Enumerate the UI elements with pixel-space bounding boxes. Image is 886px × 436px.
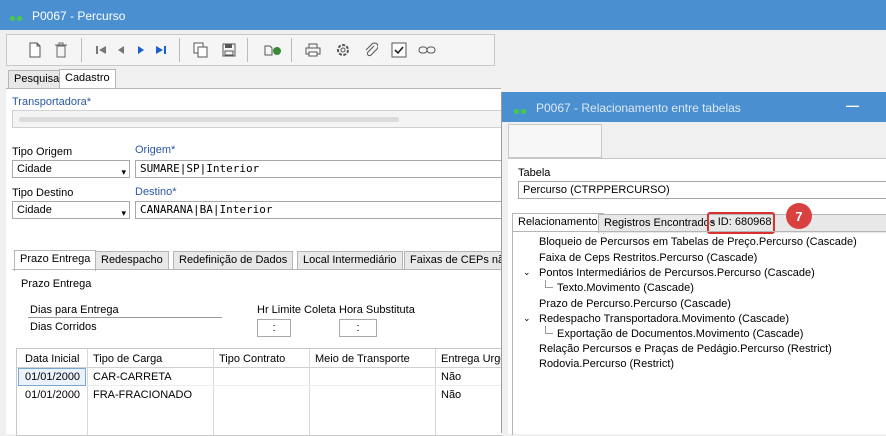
main-title-bar: P0067 - Percurso <box>0 0 886 30</box>
checkbox-confirm-icon[interactable] <box>389 40 409 60</box>
dias-entrega-label: Dias para Entrega <box>30 304 119 316</box>
hr-limite-field[interactable]: : <box>257 319 291 337</box>
next-record-icon[interactable] <box>131 40 151 60</box>
window-title: P0067 - Percurso <box>32 9 126 23</box>
transportadora-label: Transportadora* <box>12 96 92 108</box>
tab-redefinicao-dados[interactable]: Redefinição de Dados <box>173 251 294 270</box>
hora-substituta-label: Hora Substituta <box>339 304 415 316</box>
tipo-destino-value: Cidade <box>17 204 52 216</box>
column-header[interactable]: Tipo de Carga <box>93 353 162 365</box>
tabela-label: Tabela <box>518 167 551 179</box>
save-icon[interactable] <box>219 40 239 60</box>
tipo-destino-label: Tipo Destino <box>12 187 74 199</box>
tree-item[interactable]: Rodovia.Percurso (Restrict) <box>539 358 674 370</box>
tipo-destino-select[interactable]: Cidade ▾ <box>12 201 130 219</box>
registros-label: Registros Encontrados <box>604 217 716 229</box>
link-icon[interactable] <box>417 40 437 60</box>
settings-icon[interactable] <box>333 40 353 60</box>
table-cell[interactable]: Não <box>441 371 461 383</box>
table-cell[interactable]: 01/01/2000 <box>25 389 80 401</box>
chevron-down-icon[interactable]: ⌄ <box>523 313 531 324</box>
copy-icon[interactable] <box>191 40 211 60</box>
tab-pesquisa[interactable]: Pesquisa <box>8 70 66 89</box>
chevron-down-icon[interactable]: ⌄ <box>523 267 531 278</box>
relationship-tree: Bloqueio de Percursos em Tabelas de Preç… <box>512 231 886 435</box>
first-record-icon[interactable] <box>91 40 111 60</box>
tab-cadastro[interactable]: Cadastro <box>59 69 116 90</box>
column-header[interactable]: Entrega Urge <box>441 353 501 365</box>
minimize-button[interactable]: — <box>846 98 859 113</box>
tab-prazo-entrega[interactable]: Prazo Entrega <box>14 250 97 271</box>
dialog-toolbar <box>508 124 602 158</box>
destino-field[interactable]: CANARANA|BA|Interior <box>135 201 503 219</box>
last-record-icon[interactable] <box>151 40 171 60</box>
origem-label: Origem* <box>135 144 176 156</box>
dialog-title: P0067 - Relacionamento entre tabelas <box>536 101 741 115</box>
column-header[interactable]: Meio de Transporte <box>315 353 410 365</box>
relationship-dialog: P0067 - Relacionamento entre tabelas — T… <box>501 92 886 435</box>
tree-item[interactable]: Faixa de Ceps Restritos.Percurso (Cascad… <box>539 252 757 264</box>
main-toolbar <box>6 34 495 66</box>
print-icon[interactable] <box>303 40 323 60</box>
table-cell[interactable]: FRA-FRACIONADO <box>93 389 192 401</box>
dialog-body: Tabela Percurso (CTRPPERCURSO) Relaciona… <box>508 158 886 435</box>
tab-faixas-ceps[interactable]: Faixas de CEPs não <box>404 251 504 270</box>
destino-label: Destino* <box>135 186 177 198</box>
tipo-origem-select[interactable]: Cidade ▾ <box>12 160 130 178</box>
dialog-title-bar: P0067 - Relacionamento entre tabelas — <box>502 92 886 122</box>
prazo-group-label: Prazo Entrega <box>21 278 92 290</box>
cadastro-panel: Transportadora* Tipo Origem Cidade ▾ Ori… <box>6 88 504 436</box>
hora-substituta-field[interactable]: : <box>339 319 377 337</box>
tabela-field[interactable]: Percurso (CTRPPERCURSO) <box>518 181 886 199</box>
tipo-origem-label: Tipo Origem <box>12 146 73 158</box>
new-document-icon[interactable] <box>25 40 45 60</box>
chevron-down-icon: ▾ <box>121 167 126 177</box>
column-header[interactable]: Data Inicial <box>25 353 79 365</box>
dias-entrega-value[interactable]: Dias Corridos <box>30 321 97 333</box>
chevron-down-icon: ▾ <box>121 208 126 218</box>
table-cell[interactable]: CAR-CARRETA <box>93 371 172 383</box>
app-icon <box>10 12 24 24</box>
dialog-app-icon <box>514 105 528 117</box>
delete-icon[interactable] <box>51 40 71 60</box>
tree-item[interactable]: Exportação de Documentos.Movimento (Casc… <box>557 328 803 340</box>
tree-item[interactable]: Redespacho Transportadora.Movimento (Cas… <box>539 313 789 325</box>
prazo-grid: Data Inicial Tipo de Carga Tipo Contrato… <box>16 348 502 436</box>
table-cell[interactable]: 01/01/2000 <box>25 371 80 383</box>
attachment-icon[interactable] <box>361 40 381 60</box>
table-cell[interactable]: Não <box>441 389 461 401</box>
tipo-origem-value: Cidade <box>17 163 52 175</box>
tree-item[interactable]: Relação Percursos e Praças de Pedágio.Pe… <box>539 343 832 355</box>
column-header[interactable]: Tipo Contrato <box>219 353 285 365</box>
tree-item[interactable]: Bloqueio de Percursos em Tabelas de Preç… <box>539 236 857 248</box>
step-badge: 7 <box>786 203 812 229</box>
tree-item[interactable]: Pontos Intermediários de Percursos.Percu… <box>539 267 815 279</box>
relationship-search-icon[interactable] <box>263 40 283 60</box>
hr-limite-label: Hr Limite Coleta <box>257 304 336 316</box>
tab-local-intermediario[interactable]: Local Intermediário <box>297 251 403 270</box>
transportadora-field[interactable] <box>12 110 504 128</box>
previous-record-icon[interactable] <box>111 40 131 60</box>
record-id-text: - ID: 680968 <box>711 216 772 228</box>
tree-item[interactable]: Texto.Movimento (Cascade) <box>557 282 694 294</box>
origem-field[interactable]: SUMARE|SP|Interior <box>135 160 503 178</box>
tree-item[interactable]: Prazo de Percurso.Percurso (Cascade) <box>539 298 731 310</box>
tab-redespacho[interactable]: Redespacho <box>95 251 169 270</box>
